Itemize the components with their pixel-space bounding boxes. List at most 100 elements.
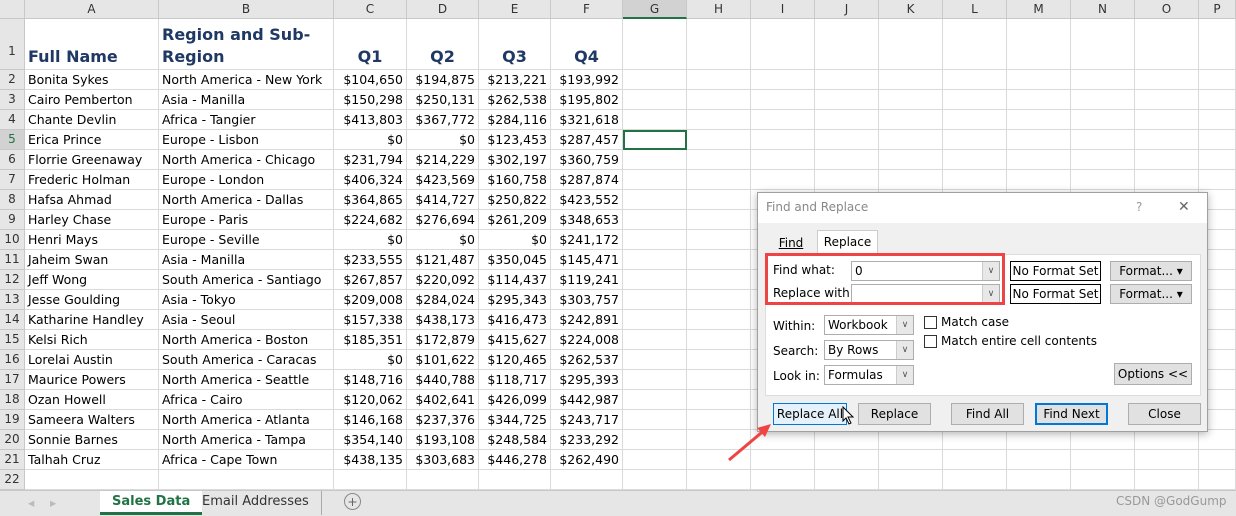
empty-cell[interactable]	[751, 19, 815, 70]
empty-cell[interactable]	[1135, 450, 1199, 470]
cell-D2[interactable]: $194,875	[407, 70, 479, 90]
cell-E17[interactable]: $118,717	[479, 370, 551, 390]
empty-cell[interactable]	[687, 90, 751, 110]
empty-cell[interactable]	[943, 19, 1007, 70]
cell-E4[interactable]: $284,116	[479, 110, 551, 130]
cell-A7[interactable]: Frederic Holman	[25, 170, 159, 190]
cell-A11[interactable]: Jaheim Swan	[25, 250, 159, 270]
cell-A4[interactable]: Chante Devlin	[25, 110, 159, 130]
empty-cell[interactable]	[1135, 150, 1199, 170]
row-header-2[interactable]: 2	[0, 70, 25, 90]
empty-cell[interactable]	[815, 70, 879, 90]
empty-cell[interactable]	[1135, 90, 1199, 110]
column-header-K[interactable]: K	[879, 0, 943, 19]
empty-cell[interactable]	[1135, 70, 1199, 90]
empty-cell[interactable]	[815, 90, 879, 110]
empty-cell[interactable]	[943, 70, 1007, 90]
cell-D10[interactable]: $0	[407, 230, 479, 250]
cell-F19[interactable]: $243,717	[551, 410, 623, 430]
cell-F17[interactable]: $295,393	[551, 370, 623, 390]
find-next-button[interactable]: Find Next	[1035, 403, 1108, 425]
empty-cell[interactable]	[879, 19, 943, 70]
cell-A1[interactable]: Full Name	[25, 19, 159, 70]
cell-E6[interactable]: $302,197	[479, 150, 551, 170]
empty-cell[interactable]	[943, 170, 1007, 190]
row-header-10[interactable]: 10	[0, 230, 25, 250]
cell-C14[interactable]: $157,338	[334, 310, 407, 330]
empty-cell[interactable]	[623, 110, 687, 130]
cell-F10[interactable]: $241,172	[551, 230, 623, 250]
empty-cell[interactable]	[1135, 110, 1199, 130]
cell-D19[interactable]: $237,376	[407, 410, 479, 430]
cell-A9[interactable]: Harley Chase	[25, 210, 159, 230]
empty-cell[interactable]	[623, 70, 687, 90]
empty-cell[interactable]	[623, 130, 687, 150]
empty-cell[interactable]	[815, 170, 879, 190]
cell-F12[interactable]: $119,241	[551, 270, 623, 290]
cell-B16[interactable]: South America - Caracas	[159, 350, 334, 370]
find-all-button[interactable]: Find All	[951, 403, 1024, 425]
empty-cell[interactable]	[815, 470, 879, 490]
empty-cell[interactable]	[1071, 130, 1135, 150]
empty-cell[interactable]	[623, 170, 687, 190]
cell-A16[interactable]: Lorelai Austin	[25, 350, 159, 370]
cell-C1[interactable]: Q1	[334, 19, 407, 70]
empty-cell[interactable]	[623, 250, 687, 270]
cell-E2[interactable]: $213,221	[479, 70, 551, 90]
cell-C7[interactable]: $406,324	[334, 170, 407, 190]
help-icon[interactable]: ?	[1136, 193, 1142, 221]
cell-B10[interactable]: Europe - Seville	[159, 230, 334, 250]
row-header-18[interactable]: 18	[0, 390, 25, 410]
cell-D9[interactable]: $276,694	[407, 210, 479, 230]
empty-cell[interactable]	[623, 350, 687, 370]
row-header-5[interactable]: 5	[0, 130, 25, 150]
options-button[interactable]: Options <<	[1114, 363, 1192, 385]
cell-F14[interactable]: $242,891	[551, 310, 623, 330]
empty-cell[interactable]	[815, 450, 879, 470]
empty-cell[interactable]	[623, 310, 687, 330]
cell-F21[interactable]: $262,490	[551, 450, 623, 470]
cell-A21[interactable]: Talhah Cruz	[25, 450, 159, 470]
column-header-A[interactable]: A	[25, 0, 159, 19]
empty-cell[interactable]	[1199, 450, 1236, 470]
empty-cell[interactable]	[687, 190, 751, 210]
empty-cell[interactable]	[687, 390, 751, 410]
cell-B1[interactable]: Region and Sub-Region	[159, 19, 334, 70]
row-header-15[interactable]: 15	[0, 330, 25, 350]
cell-D21[interactable]: $303,683	[407, 450, 479, 470]
empty-cell[interactable]	[687, 370, 751, 390]
empty-cell[interactable]	[879, 470, 943, 490]
empty-cell[interactable]	[687, 210, 751, 230]
empty-cell[interactable]	[1199, 170, 1236, 190]
empty-cell[interactable]	[943, 470, 1007, 490]
empty-cell[interactable]	[1199, 430, 1236, 450]
cell-D17[interactable]: $440,788	[407, 370, 479, 390]
cell-C10[interactable]: $0	[334, 230, 407, 250]
cell-B4[interactable]: Africa - Tangier	[159, 110, 334, 130]
cell-A2[interactable]: Bonita Sykes	[25, 70, 159, 90]
cell-E10[interactable]: $0	[479, 230, 551, 250]
cell-A18[interactable]: Ozan Howell	[25, 390, 159, 410]
empty-cell[interactable]	[1007, 470, 1071, 490]
search-select[interactable]: By Rows ∨	[824, 340, 914, 360]
cell-F16[interactable]: $262,537	[551, 350, 623, 370]
empty-cell[interactable]	[943, 130, 1007, 150]
row-header-22[interactable]: 22	[0, 470, 25, 490]
cell-C11[interactable]: $233,555	[334, 250, 407, 270]
cell-A14[interactable]: Katharine Handley	[25, 310, 159, 330]
empty-cell[interactable]	[1007, 170, 1071, 190]
cell-E8[interactable]: $250,822	[479, 190, 551, 210]
cell-F6[interactable]: $360,759	[551, 150, 623, 170]
cell-E19[interactable]: $344,725	[479, 410, 551, 430]
cell-C16[interactable]: $0	[334, 350, 407, 370]
empty-cell[interactable]	[1071, 110, 1135, 130]
cell-C5[interactable]: $0	[334, 130, 407, 150]
row-header-16[interactable]: 16	[0, 350, 25, 370]
empty-cell[interactable]	[623, 150, 687, 170]
cell-C19[interactable]: $146,168	[334, 410, 407, 430]
empty-cell[interactable]	[1199, 470, 1236, 490]
look-in-select[interactable]: Formulas ∨	[824, 365, 914, 385]
column-header-F[interactable]: F	[551, 0, 623, 19]
row-header-3[interactable]: 3	[0, 90, 25, 110]
empty-cell[interactable]	[1007, 19, 1071, 70]
